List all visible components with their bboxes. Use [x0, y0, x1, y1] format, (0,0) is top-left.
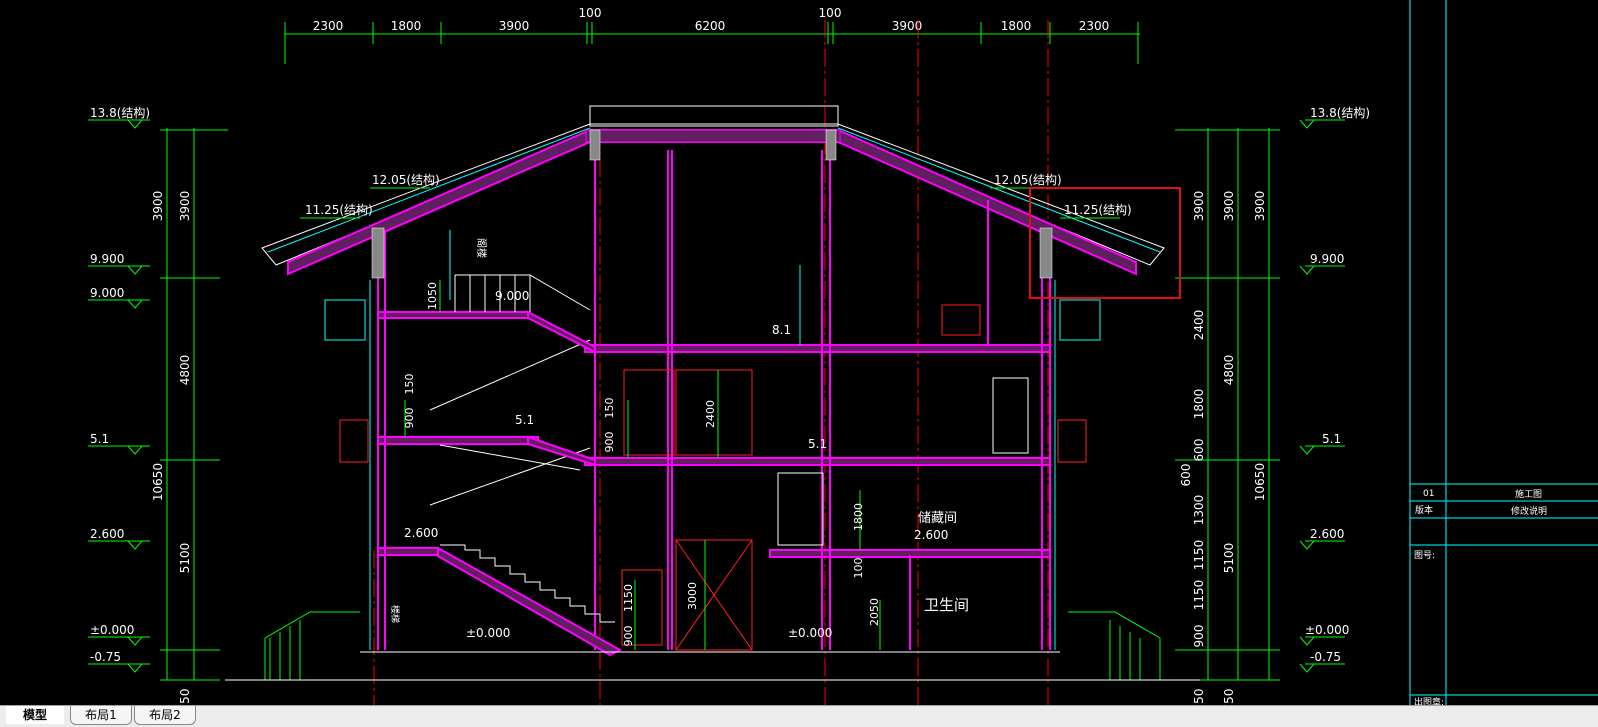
- layout-tabbar: 模型 布局1 布局2: [0, 705, 1598, 727]
- tb-row2b: 修改说明: [1511, 505, 1547, 517]
- lvl-26b: 2.600: [914, 528, 948, 542]
- elev-left-7: -0.75: [90, 650, 121, 664]
- idim-900b: 900: [603, 432, 616, 453]
- lvl-51a: 5.1: [515, 413, 534, 427]
- room-attic: 阁楼: [475, 238, 488, 258]
- right-dim-d4: 1300: [1192, 495, 1206, 526]
- elev-left-4: 5.1: [90, 432, 109, 446]
- right-dim-d7: 900: [1192, 625, 1206, 648]
- elev-left-6: ±0.000: [90, 623, 134, 637]
- cad-drawing-canvas[interactable]: 01 施工图 版本 修改说明 图号: 出图章: 2300 1800 3900 1…: [0, 0, 1598, 705]
- elev-right-4: 2.600: [1310, 527, 1344, 541]
- lvl-51b: 5.1: [808, 437, 827, 451]
- elev-right-2: 9.900: [1310, 252, 1344, 266]
- elev-right-3: 5.1: [1322, 432, 1341, 446]
- room-bathroom: 卫生间: [924, 596, 969, 614]
- roof-label-r2: 11.25(结构): [1064, 202, 1132, 217]
- right-dim-bottom: 750: [1192, 689, 1206, 705]
- right-dim-d5: 1150: [1192, 540, 1206, 571]
- elev-right-1: 13.8(结构): [1310, 105, 1370, 120]
- left-dim-a2: 3900: [178, 191, 192, 222]
- elev-left-3: 9.000: [90, 286, 124, 300]
- right-dim-d6: 1150: [1192, 580, 1206, 611]
- left-dim-b: 4800: [178, 355, 192, 386]
- lvl-0a: ±0.000: [466, 626, 510, 640]
- elev-left-2: 9.900: [90, 252, 124, 266]
- tab-model[interactable]: 模型: [6, 706, 64, 724]
- roof-label-l1: 12.05(结构): [372, 172, 440, 187]
- room-stair: 楼梯: [389, 605, 401, 623]
- idim-150a: 150: [403, 374, 416, 395]
- idim-900a: 900: [403, 408, 416, 429]
- top-dim-3: 3900: [499, 19, 530, 33]
- roof-label-r1: 12.05(结构): [994, 172, 1062, 187]
- elev-left-1: 13.8(结构): [90, 105, 150, 120]
- left-dim-a: 3900: [151, 191, 165, 222]
- idim-900c: 900: [622, 626, 635, 647]
- idim-2400: 2400: [704, 400, 717, 428]
- idim-1150: 1150: [622, 584, 635, 612]
- elev-right-5: ±0.000: [1305, 623, 1349, 637]
- roof: [261, 105, 1165, 276]
- idim-1050: 1050: [426, 282, 439, 310]
- tab-layout2[interactable]: 布局2: [134, 706, 196, 725]
- elev-right-6: -0.75: [1310, 650, 1341, 664]
- right-dim-d2: 1800: [1192, 389, 1206, 420]
- idim-100: 100: [852, 558, 865, 579]
- top-dim-9: 2300: [1079, 19, 1110, 33]
- top-dim-2: 1800: [391, 19, 422, 33]
- right-dim-c: 5100: [1222, 543, 1236, 574]
- lvl-81: 8.1: [772, 323, 791, 337]
- top-dim-1: 2300: [313, 19, 344, 33]
- right-dim-a1: 3900: [1192, 191, 1206, 222]
- left-dim-bottom: 750: [178, 689, 192, 705]
- right-dim-e: 600: [1179, 464, 1193, 487]
- roof-label-l2: 11.25(结构): [305, 202, 373, 217]
- tb-row4: 出图章:: [1414, 696, 1444, 705]
- tb-row1a: 01: [1423, 489, 1434, 499]
- idim-1800: 1800: [852, 503, 865, 531]
- top-dim-6: 100: [819, 6, 842, 20]
- right-dim-a2: 3900: [1222, 191, 1236, 222]
- idim-150b: 150: [603, 398, 616, 419]
- idim-2050: 2050: [868, 598, 881, 626]
- tb-row1b: 施工图: [1515, 488, 1542, 500]
- right-dim-bottom2: 750: [1222, 689, 1236, 705]
- top-dim-8: 1800: [1001, 19, 1032, 33]
- right-dim-b: 4800: [1222, 355, 1236, 386]
- title-block: [1409, 0, 1598, 705]
- elev-left-5: 2.600: [90, 527, 124, 541]
- right-dim-a3: 3900: [1253, 191, 1267, 222]
- top-dim-4: 100: [579, 6, 602, 20]
- tb-row3: 图号:: [1414, 550, 1435, 561]
- right-dim-total: 10650: [1253, 463, 1267, 501]
- tb-row2a: 版本: [1415, 504, 1433, 516]
- left-dim-total: 10650: [151, 463, 165, 501]
- lvl-26a: 2.600: [404, 526, 438, 540]
- tab-layout1[interactable]: 布局1: [70, 706, 132, 725]
- top-dim-5: 6200: [695, 19, 726, 33]
- lvl-0b: ±0.000: [788, 626, 832, 640]
- idim-3000: 3000: [686, 582, 699, 610]
- lvl-9000: 9.000: [495, 289, 529, 303]
- left-dim-c: 5100: [178, 543, 192, 574]
- room-storage: 储藏间: [918, 511, 957, 526]
- right-dim-d1: 2400: [1192, 310, 1206, 341]
- doors-windows: [339, 304, 1087, 651]
- right-dim-d3: 600: [1192, 439, 1206, 462]
